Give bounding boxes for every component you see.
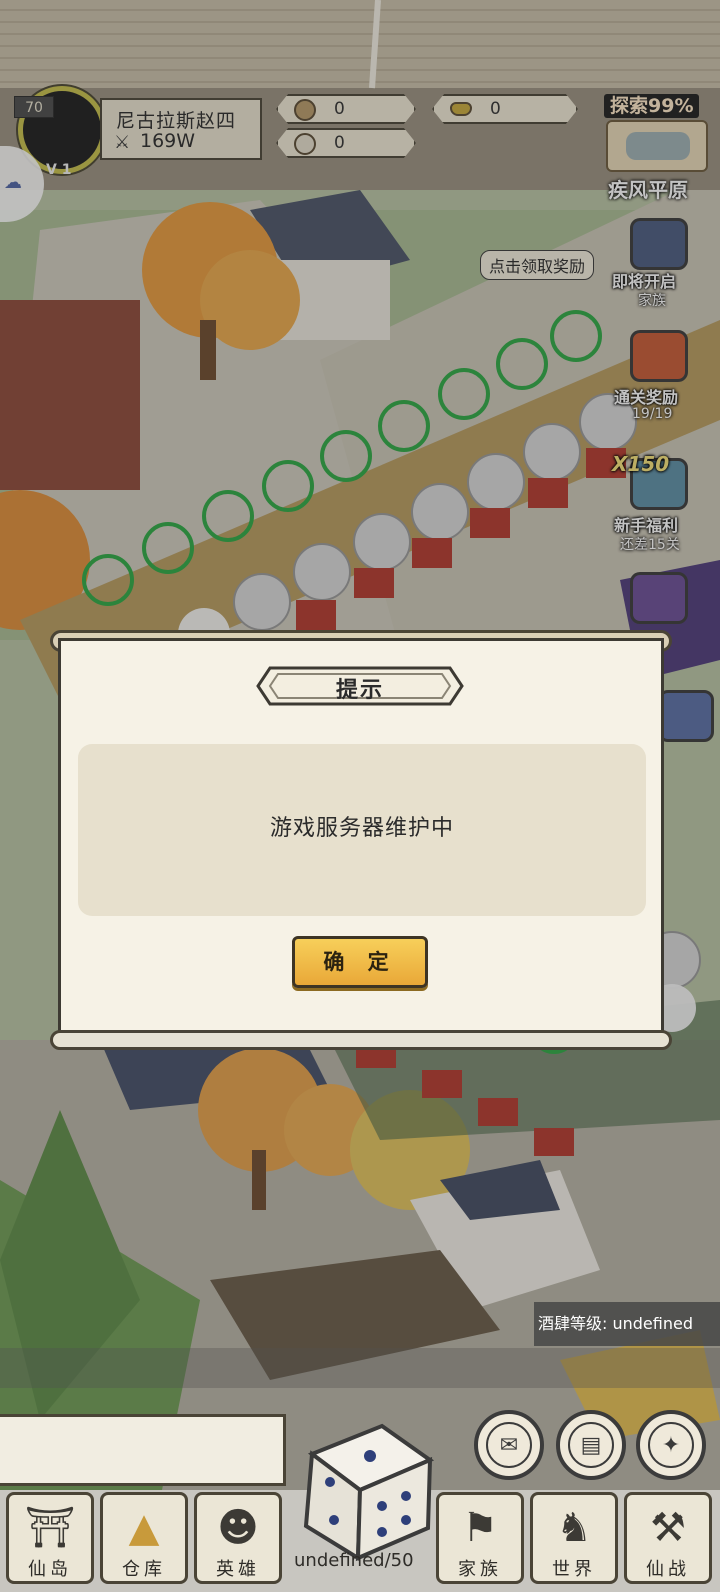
gold-ingot-value: 0 (490, 99, 501, 119)
crossed-swords-icon: ⚔ (114, 132, 131, 153)
token-value: 0 (334, 133, 345, 153)
game-screen: { "player": { "level": "70", "vip": "V 1… (0, 0, 720, 1592)
map-scroll-icon[interactable] (606, 120, 708, 172)
treasure-chest-icon (630, 330, 688, 382)
dialog-message-box: 游戏服务器维护中 (78, 744, 646, 916)
game-logo-icon: ☁ (4, 172, 22, 193)
lantern-icon (630, 572, 688, 624)
nav-world-label: 世界 (552, 1559, 596, 1580)
nav-xiandao[interactable]: ⛩ 仙岛 (6, 1492, 94, 1584)
envelope-icon: ✉ (486, 1422, 532, 1468)
resource-token[interactable]: 0 (276, 128, 416, 158)
chest-upgrade-icon (658, 690, 714, 742)
pagoda-icon (630, 218, 688, 270)
dialog-title-plate: 提示 (256, 664, 464, 708)
tavern-level: 酒肆等级: undefined (534, 1302, 720, 1346)
shuriken-button[interactable]: ✦ (636, 1410, 706, 1480)
cards-icon: ▤ (568, 1422, 614, 1468)
nav-heroes-label: 英雄 (216, 1559, 260, 1580)
confirm-button[interactable]: 确 定 (292, 936, 428, 988)
explore-progress: 探索99% (604, 94, 700, 118)
claim-reward-tip[interactable]: 点击领取奖励 (480, 250, 595, 280)
nav-heroes[interactable]: ☻ 英雄 (194, 1492, 282, 1584)
stage-clear-reward-label: 通关奖励 (614, 388, 679, 407)
dialog-message: 游戏服务器维护中 (269, 816, 454, 841)
reward-multiplier-badge: X150 (612, 452, 670, 476)
newbie-welfare-label: 新手福利 (614, 516, 679, 535)
axe-icon: ⚒ (650, 1505, 686, 1551)
nav-battle-label: 仙战 (646, 1559, 690, 1580)
scroll-rod-bottom (50, 1030, 672, 1050)
player-name: 尼古拉斯赵四 (116, 110, 237, 132)
family-coming-label: 即将开启 (612, 272, 677, 291)
token-icon (294, 133, 316, 155)
dice-steps-counter: undefined/50 (294, 1550, 414, 1571)
chat-box[interactable] (0, 1414, 286, 1486)
nav-family[interactable]: ⚑ 家族 (436, 1492, 524, 1584)
hero-icon: ☻ (217, 1505, 259, 1551)
stage-clear-count: 19/19 (632, 406, 673, 422)
nav-battle[interactable]: ⚒ 仙战 (624, 1492, 712, 1584)
nav-xiandao-label: 仙岛 (28, 1559, 72, 1580)
resource-coin[interactable]: 0 (276, 94, 416, 124)
family-label: 家族 (638, 293, 666, 309)
coin-value: 0 (334, 99, 345, 119)
vip-label: V 1 (46, 162, 72, 178)
dialog-title: 提示 (335, 678, 384, 703)
player-info-box[interactable]: 尼古拉斯赵四 ⚔ 169W (100, 98, 262, 160)
stages-remaining: 还差15关 (620, 537, 680, 553)
player-level-badge: 70 (14, 96, 54, 118)
banner-icon: ⚑ (462, 1505, 498, 1551)
haystack-icon: ▲ (128, 1505, 160, 1551)
region-name: 疾风平原 (608, 178, 688, 202)
nav-world[interactable]: ♞ 世界 (530, 1492, 618, 1584)
nav-family-label: 家族 (458, 1559, 502, 1580)
mail-button[interactable]: ✉ (474, 1410, 544, 1480)
coin-icon (294, 99, 316, 121)
combat-power: 169W (140, 130, 196, 152)
dice-button[interactable] (290, 1420, 434, 1564)
nav-warehouse[interactable]: ▲ 仓库 (100, 1492, 188, 1584)
gold-ingot-icon (450, 102, 472, 116)
resource-gold-ingot[interactable]: 0 (432, 94, 578, 124)
nav-warehouse-label: 仓库 (122, 1559, 166, 1580)
shuriken-icon: ✦ (648, 1422, 694, 1468)
gate-icon: ⛩ (24, 1505, 76, 1551)
cards-button[interactable]: ▤ (556, 1410, 626, 1480)
horse-icon: ♞ (556, 1505, 592, 1551)
